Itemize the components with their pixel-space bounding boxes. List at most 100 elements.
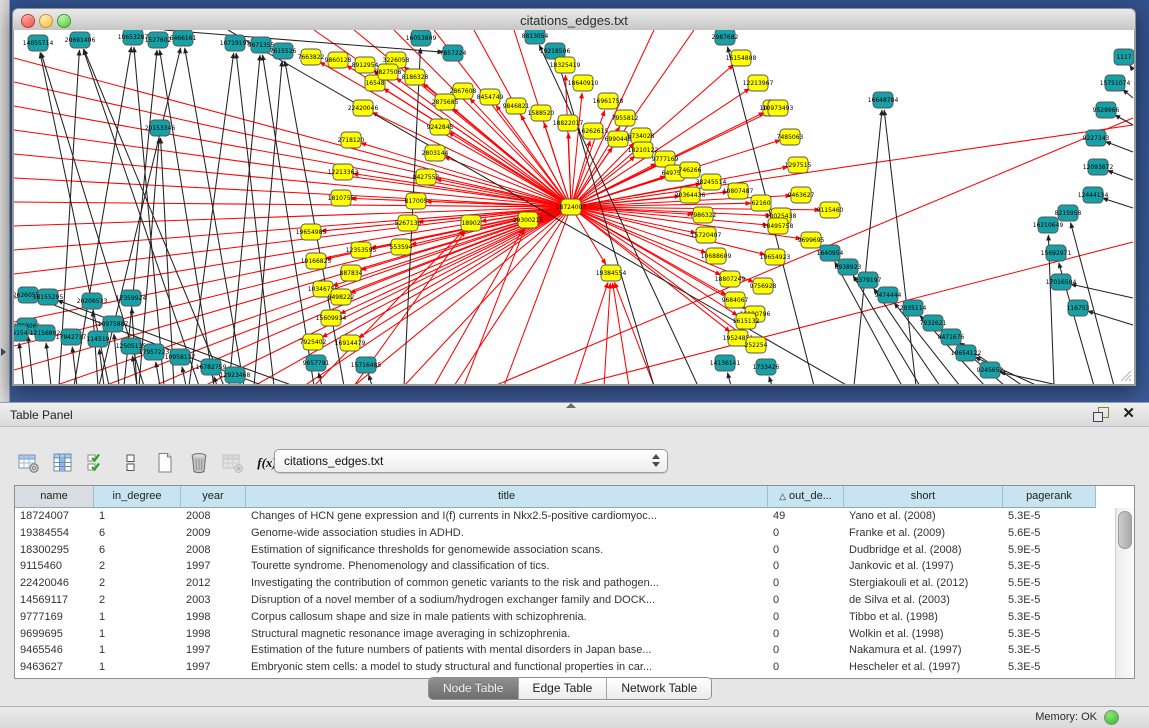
graph-node[interactable]: 9474444: [875, 287, 902, 303]
graph-node[interactable]: 1810755: [328, 190, 355, 206]
graph-node[interactable]: 9684067: [722, 292, 749, 308]
vertical-scrollbar[interactable]: [1115, 508, 1134, 678]
graph-node[interactable]: 16961758: [593, 93, 624, 109]
graph-node[interactable]: 8186328: [402, 69, 429, 85]
graph-node[interactable]: 9827508: [375, 64, 402, 80]
show-columns-button[interactable]: [48, 449, 78, 477]
row-height-button[interactable]: [116, 449, 146, 477]
table-row[interactable]: 1872400712008Changes of HCN gene express…: [15, 508, 1116, 525]
graph-node[interactable]: 8454749: [477, 89, 504, 105]
delete-rows-button[interactable]: [184, 449, 214, 477]
table-row[interactable]: 969969511998Structural magnetic resonanc…: [15, 626, 1116, 643]
table-row[interactable]: 1456911722003Disruption of a novel membe…: [15, 592, 1116, 609]
delete-table-button[interactable]: [218, 449, 248, 477]
graph-node[interactable]: 62160: [751, 195, 771, 211]
tab-node-table[interactable]: Node Table: [429, 678, 519, 699]
graph-node[interactable]: 553594: [390, 239, 413, 255]
graph-node[interactable]: 18807249: [715, 271, 746, 287]
graph-node[interactable]: 16648784: [868, 92, 899, 108]
graph-node[interactable]: 817005: [405, 193, 428, 209]
graph-node[interactable]: 19166825: [301, 253, 332, 269]
graph-node[interactable]: 17359924: [116, 290, 147, 306]
tab-network-table[interactable]: Network Table: [607, 678, 711, 699]
graph-node[interactable]: 20691406: [65, 32, 96, 48]
panel-expand-arrow-icon[interactable]: [1, 348, 6, 356]
graph-node[interactable]: 7925402: [300, 334, 327, 350]
graph-node[interactable]: 8215958: [1055, 205, 1082, 221]
column-header-out_de[interactable]: △out_de...: [768, 486, 844, 508]
graph-node[interactable]: 9245652: [977, 362, 1004, 378]
graph-node[interactable]: 1640954: [817, 245, 844, 261]
graph-node[interactable]: 10807487: [723, 183, 754, 199]
graph-node[interactable]: 2803144: [422, 145, 449, 161]
graph-node[interactable]: 9756928: [750, 278, 777, 294]
graph-node[interactable]: 19654923: [760, 249, 791, 265]
graph-node[interactable]: 116753: [1067, 300, 1090, 316]
graph-node[interactable]: 14136141: [710, 355, 741, 371]
graph-node[interactable]: 14055714: [23, 35, 54, 51]
graph-node[interactable]: 9227343: [1083, 130, 1110, 146]
graph-node[interactable]: 9657791: [303, 355, 330, 371]
graph-node[interactable]: 7663822: [298, 49, 325, 65]
graph-node[interactable]: 2935114: [900, 300, 927, 316]
column-header-title[interactable]: title: [246, 486, 768, 508]
scrollbar-thumb[interactable]: [1118, 511, 1132, 549]
table-row[interactable]: 977716911998Corpus callosum shape and si…: [15, 609, 1116, 626]
graph-node[interactable]: 7857224: [440, 45, 467, 61]
graph-node[interactable]: 2875685: [432, 94, 459, 110]
table-row[interactable]: 2242004622012Investigating the contribut…: [15, 575, 1116, 592]
column-header-pagerank[interactable]: pagerank: [1003, 486, 1096, 508]
graph-node[interactable]: 8427552: [413, 169, 440, 185]
graph-node[interactable]: 12213967: [743, 75, 774, 91]
graph-node[interactable]: 12353595: [346, 242, 377, 258]
graph-node[interactable]: 39154: [14, 325, 28, 341]
memory-ok-indicator[interactable]: [1104, 710, 1119, 725]
graph-node[interactable]: 9242845: [427, 119, 454, 135]
graph-node[interactable]: 9463627: [788, 187, 815, 203]
graph-node[interactable]: 746266: [679, 162, 702, 178]
graph-node[interactable]: 1615132: [733, 313, 760, 329]
graph-node[interactable]: 9860128: [325, 52, 352, 68]
graph-node[interactable]: 1733426: [753, 359, 780, 375]
graph-node[interactable]: 9846821: [503, 98, 530, 114]
graph-node[interactable]: 8471676: [938, 329, 965, 345]
graph-node[interactable]: 6466161: [170, 30, 197, 46]
graph-node[interactable]: 15720407: [691, 227, 722, 243]
close-panel-button[interactable]: ✕: [1122, 405, 1135, 423]
tab-edge-table[interactable]: Edge Table: [519, 678, 608, 699]
table-settings-button[interactable]: [14, 449, 44, 477]
graph-node[interactable]: 15751074: [1100, 75, 1131, 91]
graph-node[interactable]: 1527602: [145, 32, 172, 48]
graph-node[interactable]: 18902: [461, 215, 481, 231]
graph-node[interactable]: 16053809: [406, 30, 437, 46]
select-columns-button[interactable]: [82, 449, 112, 477]
graph-node[interactable]: 1117: [1114, 49, 1134, 65]
graph-node[interactable]: 252254: [745, 337, 768, 353]
table-selector-dropdown[interactable]: citations_edges.txt: [274, 449, 668, 473]
graph-node[interactable]: 12444134: [1078, 187, 1109, 203]
column-header-year[interactable]: year: [181, 486, 246, 508]
graph-node[interactable]: 2718120: [338, 132, 365, 148]
graph-node[interactable]: 18640910: [568, 75, 599, 91]
graph-node[interactable]: 6379197: [855, 272, 882, 288]
graph-node[interactable]: 7615526: [270, 43, 297, 59]
column-header-name[interactable]: name: [15, 486, 94, 508]
table-row[interactable]: 911546021997Tourette syndrome. Phenomeno…: [15, 558, 1116, 575]
float-panel-button[interactable]: [1093, 407, 1109, 422]
graph-node[interactable]: 5267130: [395, 215, 422, 231]
table-row[interactable]: 946554611997Estimation of the future num…: [15, 642, 1116, 659]
graph-node[interactable]: 1588520: [528, 105, 555, 121]
graph-node[interactable]: 10719195: [220, 35, 251, 51]
graph-node[interactable]: 9699695: [798, 232, 825, 248]
graph-node[interactable]: 10688609: [701, 248, 732, 264]
graph-node[interactable]: 9529966: [1093, 102, 1120, 118]
graph-node[interactable]: 8813054: [522, 30, 549, 44]
graph-node[interactable]: 2987682: [712, 30, 739, 45]
column-header-in_degree[interactable]: in_degree: [94, 486, 181, 508]
new-document-button[interactable]: [150, 449, 180, 477]
network-canvas[interactable]: 1872400714055714206914061065328715276026…: [12, 30, 1136, 386]
control-panel-edge[interactable]: [0, 0, 10, 402]
table-row[interactable]: 1830029562008Estimation of significance …: [15, 542, 1116, 559]
graph-node[interactable]: 7955812: [612, 110, 639, 126]
graph-node[interactable]: 20206533: [77, 293, 108, 309]
